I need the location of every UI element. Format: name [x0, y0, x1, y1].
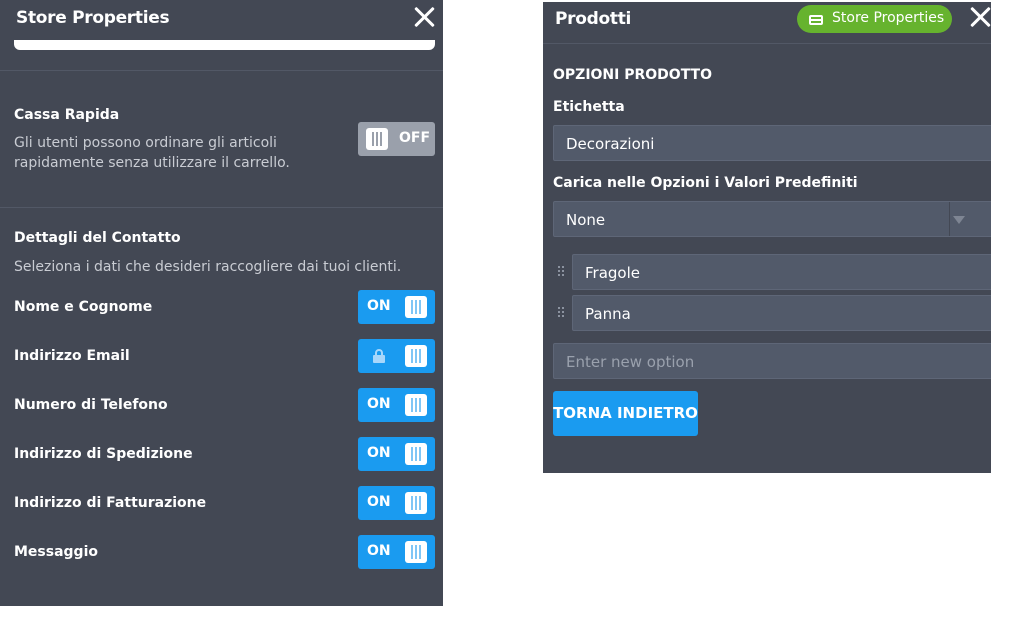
toggle-state: ON [367, 396, 391, 412]
scrolled-field-edge [14, 40, 435, 50]
drag-handle-icon[interactable] [558, 307, 566, 319]
contact-row-label: Indirizzo di Spedizione [14, 446, 193, 462]
defaults-title: Carica nelle Opzioni i Valori Predefinit… [553, 175, 858, 191]
store-properties-panel: Store Properties Cassa Rapida Gli utenti… [0, 0, 443, 606]
toggle-state: OFF [399, 130, 431, 146]
option-item[interactable]: Panna [572, 295, 991, 331]
contact-row-label: Indirizzo di Fatturazione [14, 495, 207, 511]
contact-details-description: Seleziona i dati che desideri raccoglier… [14, 259, 402, 275]
contact-details-title: Dettagli del Contatto [14, 230, 181, 246]
close-icon[interactable] [413, 6, 435, 28]
contact-row-label: Messaggio [14, 544, 98, 560]
label-field-title: Etichetta [553, 99, 625, 115]
lock-icon [373, 349, 385, 363]
divider [0, 70, 443, 71]
panel-title: Prodotti [555, 9, 632, 29]
back-button[interactable]: TORNA INDIETRO [553, 391, 698, 436]
panel-title: Store Properties [16, 8, 170, 28]
cassa-rapida-toggle[interactable]: OFF [358, 122, 435, 156]
contact-row-label: Nome e Cognome [14, 299, 153, 315]
defaults-selected-value: None [566, 211, 606, 229]
message-toggle[interactable]: ON [358, 535, 435, 569]
card-icon [809, 15, 823, 25]
close-icon[interactable] [969, 6, 991, 28]
billing-toggle[interactable]: ON [358, 486, 435, 520]
new-option-input[interactable]: Enter new option [553, 343, 991, 379]
email-toggle-locked [358, 339, 435, 373]
label-input[interactable]: Decorazioni [553, 125, 991, 161]
cassa-rapida-description-line1: Gli utenti possono ordinare gli articoli [14, 135, 277, 151]
toggle-state: ON [367, 445, 391, 461]
chevron-down-icon[interactable] [953, 216, 965, 224]
name-toggle[interactable]: ON [358, 290, 435, 324]
divider [0, 207, 443, 208]
drag-handle-icon[interactable] [558, 266, 566, 278]
toggle-knob [405, 296, 427, 318]
toggle-knob [405, 345, 427, 367]
products-panel: Prodotti Store Properties OPZIONI PRODOT… [543, 2, 991, 473]
toggle-knob [405, 492, 427, 514]
badge-label: Store Properties [832, 10, 945, 26]
cassa-rapida-description-line2: rapidamente senza utilizzare il carrello… [14, 155, 290, 171]
contact-row-label: Indirizzo Email [14, 348, 130, 364]
toggle-knob [405, 394, 427, 416]
shipping-toggle[interactable]: ON [358, 437, 435, 471]
toggle-knob [405, 541, 427, 563]
toggle-knob [405, 443, 427, 465]
toggle-state: ON [367, 543, 391, 559]
cassa-rapida-title: Cassa Rapida [14, 107, 120, 123]
contact-row-label: Numero di Telefono [14, 397, 168, 413]
select-divider [949, 202, 950, 236]
toggle-knob [366, 128, 388, 150]
divider [543, 43, 991, 44]
toggle-state: ON [367, 494, 391, 510]
section-title: OPZIONI PRODOTTO [553, 67, 713, 83]
toggle-state: ON [367, 298, 391, 314]
phone-toggle[interactable]: ON [358, 388, 435, 422]
store-properties-badge[interactable]: Store Properties [797, 5, 952, 33]
option-item[interactable]: Fragole [572, 254, 991, 290]
defaults-select[interactable]: None [553, 201, 991, 237]
